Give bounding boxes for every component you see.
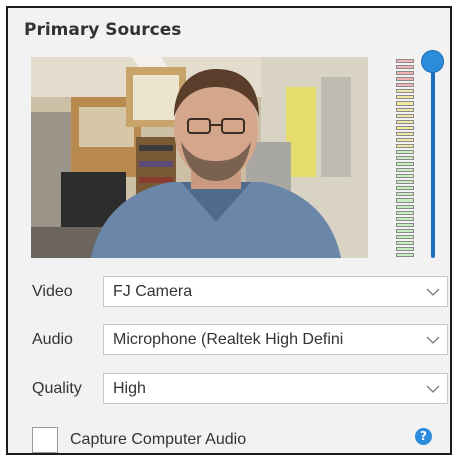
meter-segment — [396, 216, 414, 221]
meter-segment — [396, 192, 414, 197]
quality-value: High — [113, 379, 146, 397]
meter-segment — [396, 246, 414, 251]
help-icon[interactable]: ? — [415, 428, 432, 445]
meter-segment — [396, 65, 414, 70]
meter-segment — [396, 143, 414, 148]
volume-slider-track[interactable] — [431, 60, 435, 258]
meter-segment — [396, 113, 414, 118]
meter-segment — [396, 186, 414, 191]
meter-segment — [396, 204, 414, 209]
meter-segment — [396, 125, 414, 130]
meter-segment — [396, 156, 414, 161]
quality-label: Quality — [32, 380, 82, 397]
meter-segment — [396, 137, 414, 142]
audio-level-meter — [396, 59, 414, 258]
webcam-preview — [31, 57, 368, 258]
meter-segment — [396, 234, 414, 239]
chevron-down-icon — [419, 277, 447, 306]
video-label: Video — [32, 283, 73, 300]
meter-segment — [396, 95, 414, 100]
audio-source-select[interactable]: Microphone (Realtek High Defini — [103, 324, 448, 355]
meter-segment — [396, 162, 414, 167]
chevron-down-icon — [419, 374, 447, 403]
meter-segment — [396, 77, 414, 82]
audio-label: Audio — [32, 331, 73, 348]
meter-segment — [396, 83, 414, 88]
webcam-image — [31, 57, 368, 258]
audio-source-value: Microphone (Realtek High Defini — [113, 330, 344, 348]
meter-segment — [396, 253, 414, 258]
meter-segment — [396, 71, 414, 76]
meter-segment — [396, 59, 414, 64]
meter-segment — [396, 101, 414, 106]
volume-slider-thumb[interactable] — [421, 50, 444, 73]
meter-segment — [396, 89, 414, 94]
meter-segment — [396, 222, 414, 227]
meter-segment — [396, 168, 414, 173]
meter-segment — [396, 174, 414, 179]
meter-segment — [396, 198, 414, 203]
meter-segment — [396, 107, 414, 112]
meter-segment — [396, 131, 414, 136]
meter-segment — [396, 240, 414, 245]
meter-segment — [396, 149, 414, 154]
meter-segment — [396, 180, 414, 185]
capture-computer-audio-label[interactable]: Capture Computer Audio — [70, 431, 246, 449]
meter-segment — [396, 210, 414, 215]
video-source-value: FJ Camera — [113, 282, 193, 300]
panel-title: Primary Sources — [24, 20, 182, 40]
capture-computer-audio-checkbox[interactable] — [32, 427, 58, 453]
meter-segment — [396, 119, 414, 124]
quality-select[interactable]: High — [103, 373, 448, 404]
video-source-select[interactable]: FJ Camera — [103, 276, 448, 307]
meter-segment — [396, 228, 414, 233]
chevron-down-icon — [419, 325, 447, 354]
